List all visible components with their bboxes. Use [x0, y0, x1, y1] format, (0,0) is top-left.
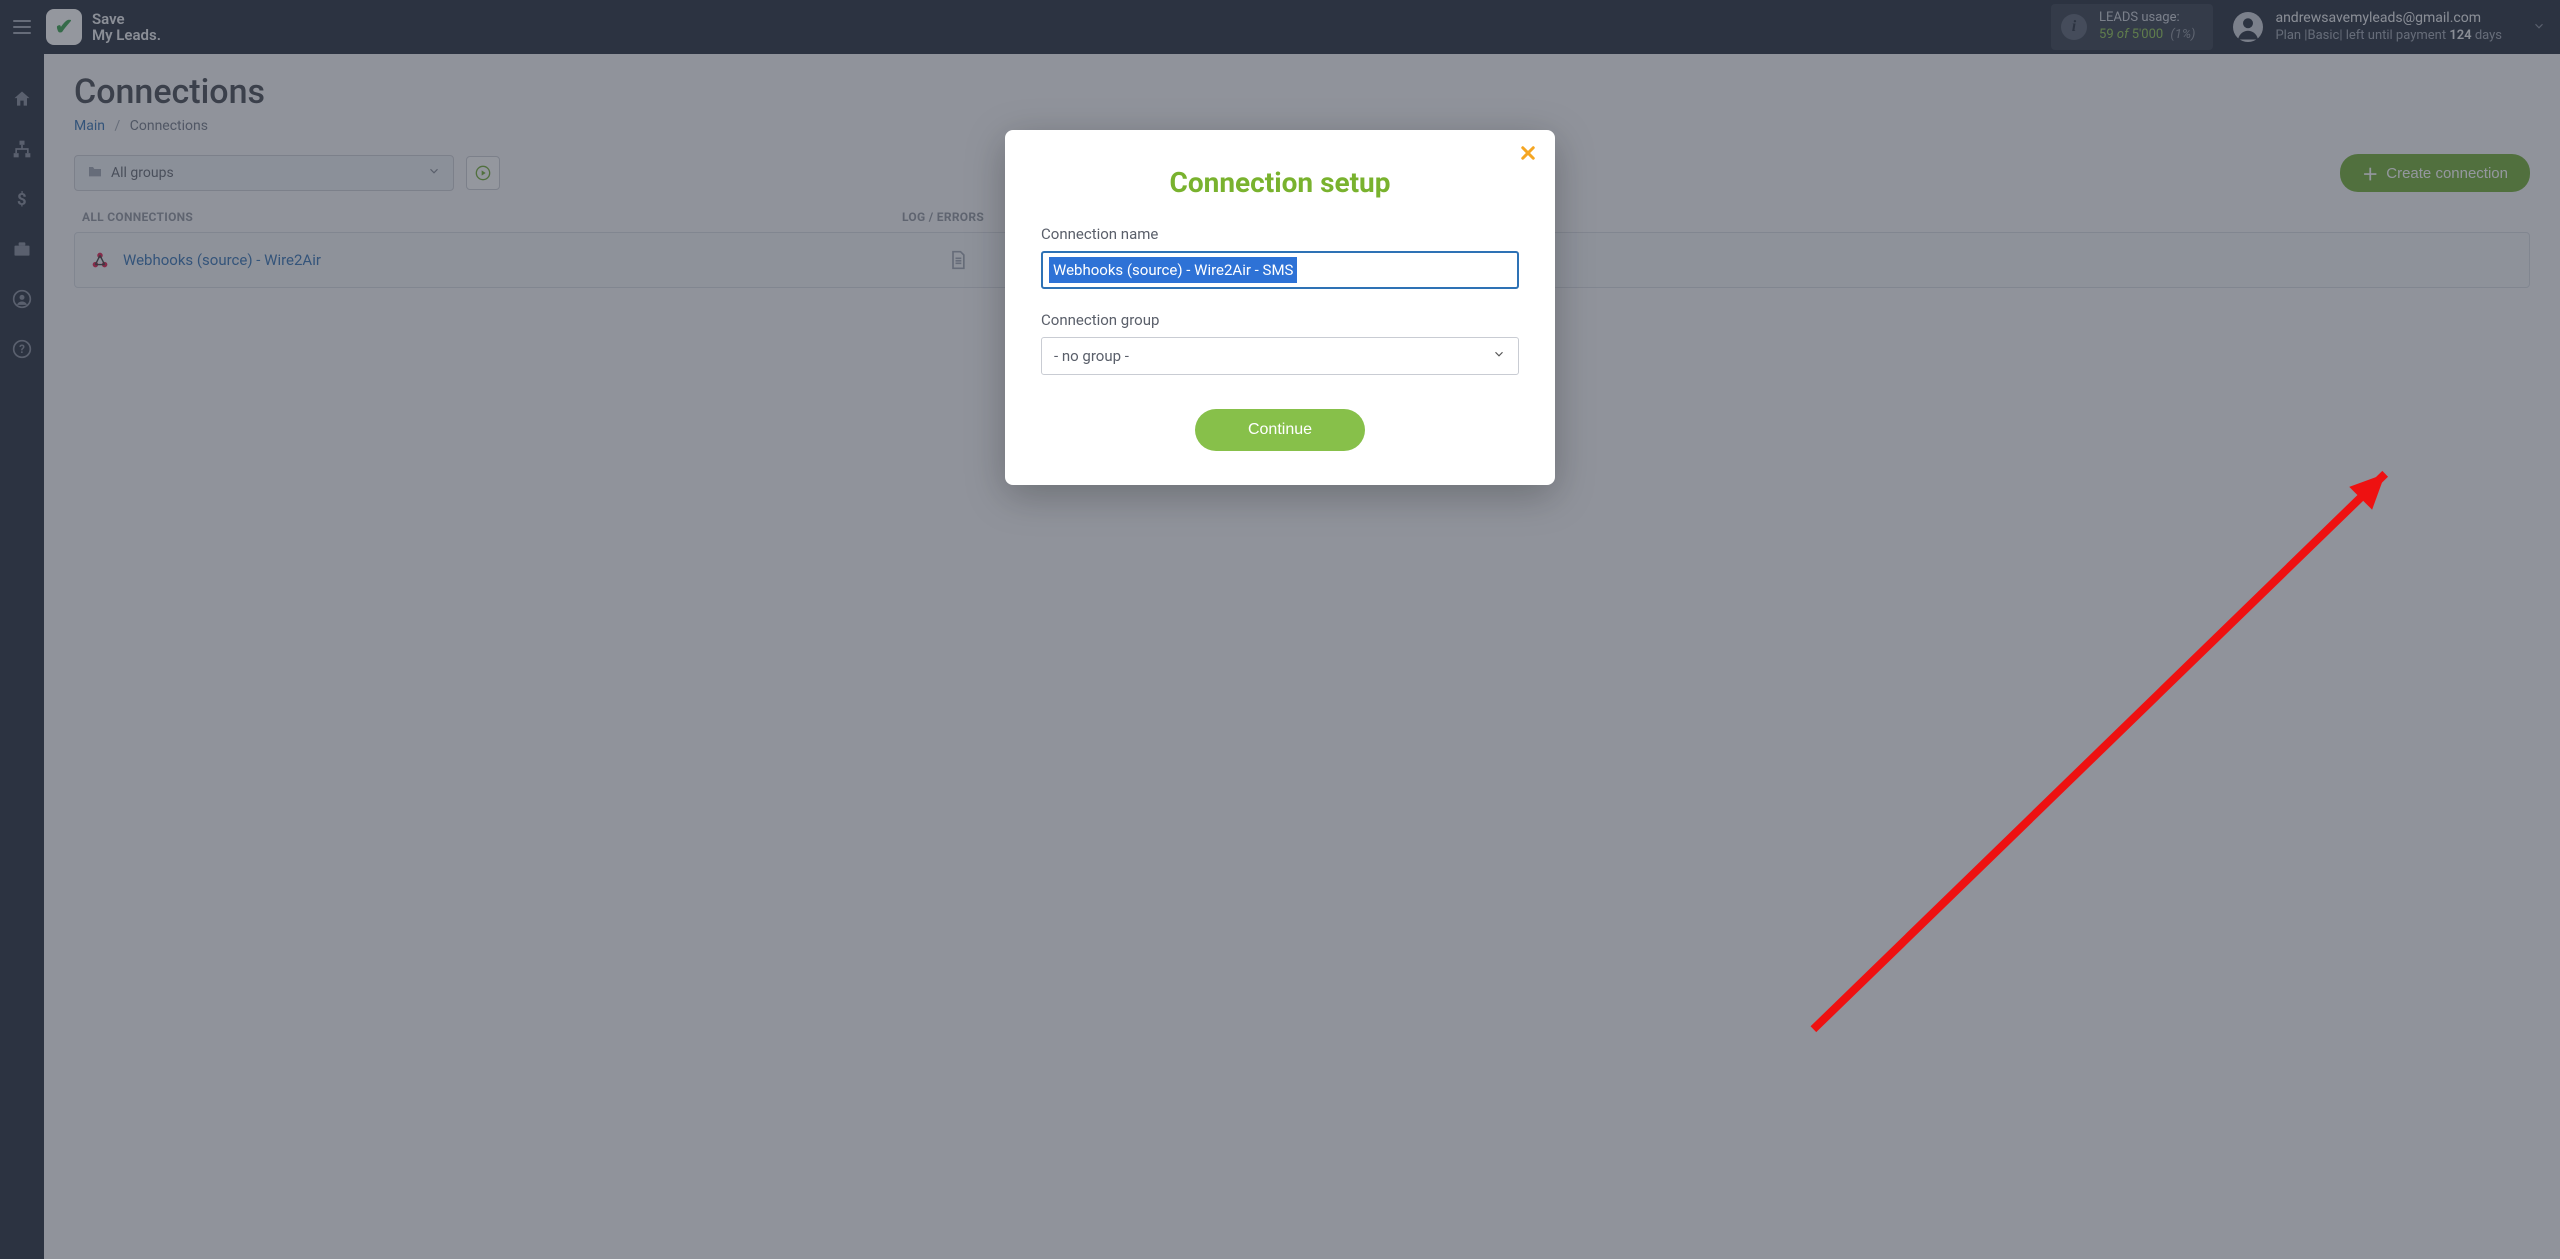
- connection-group-label: Connection group: [1041, 311, 1519, 329]
- close-icon: [1519, 144, 1537, 162]
- chevron-down-icon: [1492, 347, 1506, 365]
- modal-title: Connection setup: [1041, 166, 1519, 199]
- continue-button[interactable]: Continue: [1195, 409, 1365, 451]
- connection-setup-modal: Connection setup Connection name Webhook…: [1005, 130, 1555, 485]
- modal-close-button[interactable]: [1519, 144, 1537, 167]
- continue-label: Continue: [1248, 421, 1312, 438]
- connection-name-label: Connection name: [1041, 225, 1519, 243]
- connection-name-input[interactable]: [1041, 251, 1519, 289]
- connection-group-select[interactable]: - no group -: [1041, 337, 1519, 375]
- connection-group-value: - no group -: [1054, 347, 1129, 365]
